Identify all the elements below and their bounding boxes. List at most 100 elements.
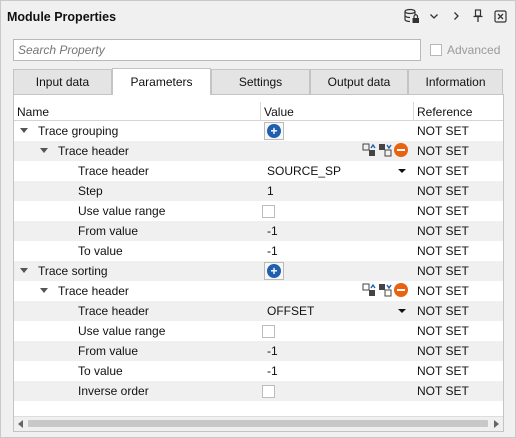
column-header-name[interactable]: Name [17, 105, 49, 119]
property-name: Use value range [78, 324, 166, 338]
reference-value[interactable]: NOT SET [417, 144, 469, 158]
dropdown-arrow-icon[interactable] [398, 309, 406, 313]
tab-settings[interactable]: Settings [211, 69, 310, 94]
row-actions [362, 143, 408, 157]
remove-icon[interactable] [394, 283, 408, 297]
row-actions [362, 283, 408, 297]
property-name: From value [78, 224, 139, 238]
move-down-icon[interactable] [378, 283, 392, 297]
expand-arrow-icon[interactable] [20, 268, 28, 273]
property-name: To value [78, 364, 123, 378]
table-row[interactable]: Use value range NOT SET [14, 321, 503, 341]
move-up-icon[interactable] [362, 283, 376, 297]
tab-input-data[interactable]: Input data [13, 69, 112, 94]
reference-value[interactable]: NOT SET [417, 204, 469, 218]
reference-value[interactable]: NOT SET [417, 284, 469, 298]
table-row[interactable]: Trace header NOT SET [14, 281, 503, 301]
table-row[interactable]: Trace header OFFSET NOT SET [14, 301, 503, 321]
advanced-toggle[interactable]: Advanced [430, 43, 500, 57]
table-row[interactable]: Trace sorting + NOT SET [14, 261, 503, 281]
table-row[interactable]: From value -1 NOT SET [14, 341, 503, 361]
horizontal-scrollbar[interactable] [14, 416, 503, 431]
property-name: Trace header [78, 304, 149, 318]
column-header-value[interactable]: Value [264, 105, 294, 119]
value-checkbox[interactable] [262, 205, 275, 218]
advanced-label: Advanced [447, 43, 501, 57]
property-name: To value [78, 244, 123, 258]
scroll-thumb[interactable] [28, 420, 488, 427]
reference-value[interactable]: NOT SET [417, 264, 469, 278]
table-row[interactable]: Trace header SOURCE_SP NOT SET [14, 161, 503, 181]
tab-output-data[interactable]: Output data [310, 69, 408, 94]
pin-icon[interactable] [469, 7, 487, 25]
plus-icon: + [267, 124, 281, 138]
property-name: Step [78, 184, 103, 198]
panel-title: Module Properties [7, 10, 117, 24]
reference-value[interactable]: NOT SET [417, 184, 469, 198]
search-input[interactable] [13, 39, 421, 61]
expand-arrow-icon[interactable] [40, 148, 48, 153]
table-row[interactable]: Trace grouping + NOT SET [14, 121, 503, 141]
add-button[interactable]: + [264, 262, 284, 280]
table-row[interactable]: To value -1 NOT SET [14, 361, 503, 381]
reference-value[interactable]: NOT SET [417, 384, 469, 398]
table-row[interactable]: To value -1 NOT SET [14, 241, 503, 261]
value-field[interactable]: -1 [267, 224, 278, 238]
value-field[interactable]: -1 [267, 344, 278, 358]
value-checkbox[interactable] [262, 385, 275, 398]
value-field[interactable]: 1 [267, 184, 274, 198]
property-name: Trace sorting [38, 264, 108, 278]
reference-value[interactable]: NOT SET [417, 244, 469, 258]
table-row[interactable]: Inverse order NOT SET [14, 381, 503, 401]
table-row[interactable]: From value -1 NOT SET [14, 221, 503, 241]
scroll-right-arrow[interactable] [494, 420, 499, 428]
add-button[interactable]: + [264, 122, 284, 140]
move-up-icon[interactable] [362, 143, 376, 157]
reference-value[interactable]: NOT SET [417, 344, 469, 358]
plus-icon: + [267, 264, 281, 278]
move-down-icon[interactable] [378, 143, 392, 157]
table-row[interactable]: Use value range NOT SET [14, 201, 503, 221]
reference-value[interactable]: NOT SET [417, 164, 469, 178]
title-toolbar [403, 7, 509, 25]
expand-arrow-icon[interactable] [20, 128, 28, 133]
database-lock-icon[interactable] [403, 7, 421, 25]
property-name: Trace header [58, 144, 129, 158]
chevron-down-icon[interactable] [425, 7, 443, 25]
tab-information[interactable]: Information [408, 69, 503, 94]
value-dropdown[interactable]: OFFSET [267, 304, 314, 318]
close-icon[interactable] [491, 7, 509, 25]
expand-arrow-icon[interactable] [40, 288, 48, 293]
value-checkbox[interactable] [262, 325, 275, 338]
title-bar: Module Properties [1, 1, 515, 33]
chevron-right-icon[interactable] [447, 7, 465, 25]
tab-bar: Input data Parameters Settings Output da… [13, 68, 503, 95]
property-name: From value [78, 344, 139, 358]
remove-icon[interactable] [394, 143, 408, 157]
property-name: Trace header [78, 164, 149, 178]
advanced-checkbox[interactable] [430, 44, 442, 56]
property-name: Use value range [78, 204, 166, 218]
scroll-left-arrow[interactable] [18, 420, 23, 428]
column-header-reference[interactable]: Reference [417, 105, 472, 119]
property-name: Trace grouping [38, 124, 119, 138]
property-name: Trace header [58, 284, 129, 298]
property-name: Inverse order [78, 384, 149, 398]
column-divider[interactable] [413, 102, 414, 120]
value-field[interactable]: -1 [267, 244, 278, 258]
dropdown-arrow-icon[interactable] [398, 169, 406, 173]
reference-value[interactable]: NOT SET [417, 124, 469, 138]
reference-value[interactable]: NOT SET [417, 324, 469, 338]
grid-header: Name Value Reference [14, 102, 503, 121]
reference-value[interactable]: NOT SET [417, 224, 469, 238]
value-field[interactable]: -1 [267, 364, 278, 378]
column-divider[interactable] [260, 102, 261, 120]
reference-value[interactable]: NOT SET [417, 364, 469, 378]
property-grid: Name Value Reference Trace grouping + NOT … [13, 94, 504, 432]
value-dropdown[interactable]: SOURCE_SP [267, 164, 341, 178]
tab-parameters[interactable]: Parameters [112, 68, 211, 95]
module-properties-panel: Module Properties Advanced Input data Pa [0, 0, 516, 438]
table-row[interactable]: Trace header NOT SET [14, 141, 503, 161]
table-row[interactable]: Step 1 NOT SET [14, 181, 503, 201]
reference-value[interactable]: NOT SET [417, 304, 469, 318]
